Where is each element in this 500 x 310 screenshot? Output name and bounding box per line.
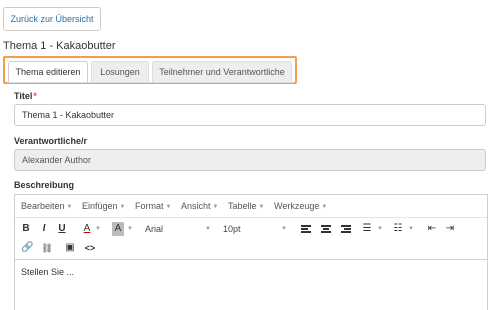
menu-view[interactable]: Ansicht ▼ bbox=[181, 201, 218, 211]
rich-text-editor[interactable]: Bearbeiten ▼ Einfügen ▼ Format ▼ Ansicht ▼ T… bbox=[14, 194, 488, 310]
menubar-divider bbox=[15, 217, 487, 218]
tab-participants[interactable]: Teilnehmer und Verantwortliche bbox=[152, 61, 292, 82]
menu-edit[interactable]: Bearbeiten ▼ bbox=[21, 201, 73, 211]
menu-table[interactable]: Tabelle ▼ bbox=[228, 201, 264, 211]
font-size-caret-icon[interactable]: ▼ bbox=[281, 226, 287, 232]
bg-color-button[interactable]: A bbox=[112, 222, 124, 236]
title-input[interactable]: Thema 1 - Kakaobutter bbox=[14, 104, 486, 126]
indent-icon[interactable]: ⇥ bbox=[443, 222, 457, 236]
source-code-button[interactable]: <> bbox=[83, 241, 97, 255]
font-color-caret-icon[interactable]: ▼ bbox=[95, 226, 101, 232]
title-label: Titel* bbox=[14, 91, 37, 101]
responsible-field: Alexander Author bbox=[14, 149, 486, 171]
unlink-icon[interactable]: ⛓ bbox=[41, 241, 53, 255]
bullet-list-icon[interactable]: ☰ bbox=[360, 222, 374, 236]
topic-title: Thema 1 - Kakaobutter bbox=[3, 40, 116, 52]
align-left-icon[interactable] bbox=[301, 225, 311, 234]
editor-content[interactable]: Stellen Sie ... bbox=[21, 267, 74, 277]
description-label: Beschreibung bbox=[14, 180, 75, 190]
tab-solutions[interactable]: Losungen bbox=[91, 61, 149, 82]
font-color-button[interactable]: A bbox=[81, 222, 93, 236]
editor-menubar: Bearbeiten ▼ Einfügen ▼ Format ▼ Ansicht ▼ T… bbox=[15, 195, 487, 217]
italic-button[interactable]: I bbox=[38, 222, 50, 236]
tabs-baseline bbox=[7, 82, 294, 83]
align-right-icon[interactable] bbox=[341, 225, 351, 234]
menu-tools[interactable]: Werkzeuge ▼ bbox=[274, 201, 327, 211]
toolbar-divider bbox=[15, 259, 487, 260]
bullet-list-caret-icon[interactable]: ▼ bbox=[377, 226, 383, 232]
bg-color-caret-icon[interactable]: ▼ bbox=[127, 226, 133, 232]
font-family-select[interactable]: Arial bbox=[145, 224, 163, 234]
image-icon[interactable]: ▣ bbox=[64, 241, 76, 255]
responsible-label: Verantwortliche/r bbox=[14, 136, 88, 146]
link-icon[interactable]: 🔗 bbox=[21, 241, 33, 255]
bold-button[interactable]: B bbox=[20, 222, 32, 236]
numbered-list-caret-icon[interactable]: ▼ bbox=[408, 226, 414, 232]
underline-button[interactable]: U bbox=[56, 222, 68, 236]
font-size-select[interactable]: 10pt bbox=[223, 224, 241, 234]
menu-insert[interactable]: Einfügen ▼ bbox=[82, 201, 125, 211]
back-to-overview-button[interactable]: Zurück zur Übersicht bbox=[3, 7, 101, 31]
outdent-icon[interactable]: ⇤ bbox=[425, 222, 439, 236]
menu-format[interactable]: Format ▼ bbox=[135, 201, 171, 211]
numbered-list-icon[interactable]: ☷ bbox=[391, 222, 405, 236]
font-family-caret-icon[interactable]: ▼ bbox=[205, 226, 211, 232]
tab-edit-topic[interactable]: Thema editieren bbox=[8, 61, 88, 82]
align-center-icon[interactable] bbox=[321, 225, 331, 234]
